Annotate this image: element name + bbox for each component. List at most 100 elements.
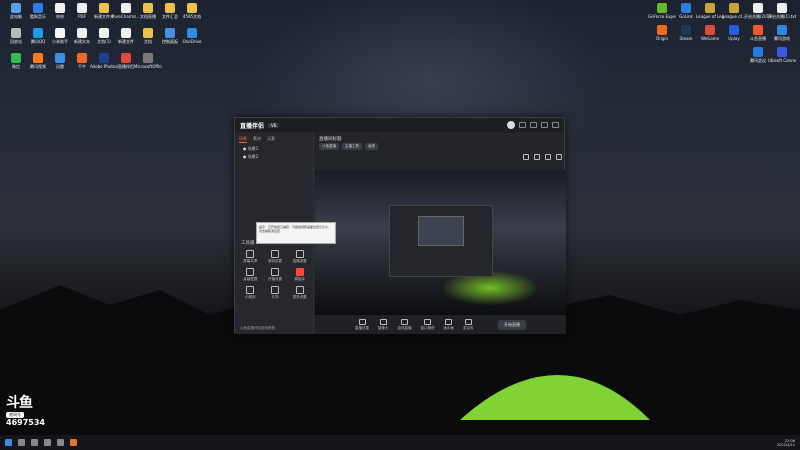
douyu-watermark: 斗鱼 房间号 4697534 <box>6 392 60 427</box>
desktop-icon[interactable]: OneDrive <box>178 28 206 44</box>
desktop-icon[interactable]: GoLink <box>672 3 700 19</box>
app-icon <box>33 3 43 13</box>
left-tabs: 场景 素材 元素 <box>235 132 313 145</box>
share-icon[interactable] <box>523 154 529 160</box>
task-view-icon[interactable] <box>31 439 38 446</box>
control-icon <box>464 318 472 325</box>
tool-label: 屏幕共享 <box>243 259 258 263</box>
desktop-icon[interactable]: 4595文档 <box>178 3 206 19</box>
close-icon[interactable] <box>552 122 559 128</box>
control-button[interactable]: 窗口捕获 <box>420 318 435 331</box>
desktop-icon-label: Origin <box>655 36 669 41</box>
control-button[interactable]: 摄像头 <box>378 318 389 331</box>
control-button[interactable]: 画中画 <box>443 318 455 331</box>
edge-icon[interactable] <box>44 439 51 446</box>
nested-preview-image <box>418 216 464 246</box>
tab-element[interactable]: 元素 <box>267 136 275 143</box>
control-button[interactable]: 麦克风 <box>463 318 474 331</box>
app-icon <box>77 53 87 63</box>
file-explorer-icon[interactable] <box>57 439 64 446</box>
toolbox-item[interactable]: 屏幕共享 <box>238 250 263 264</box>
desktop-icon[interactable]: WeGame <box>696 25 724 41</box>
desktop-icon[interactable]: Ubisoft Connect <box>768 47 796 63</box>
app-icon <box>121 28 131 38</box>
desktop-icon-label: Uplay <box>728 36 740 41</box>
scene-item-1[interactable]: ● 场景1 <box>235 145 313 153</box>
streaming-app-icon[interactable] <box>70 439 77 446</box>
toolbox-item[interactable]: 录制设置 <box>263 250 288 264</box>
app-icon <box>729 25 739 35</box>
app-icon <box>187 3 197 13</box>
help-icon[interactable] <box>545 154 551 160</box>
maximize-icon[interactable] <box>541 122 548 128</box>
control-label: 窗口捕获 <box>420 325 435 330</box>
menu-icon[interactable] <box>519 122 526 128</box>
stream-preview[interactable] <box>315 170 566 315</box>
desktop-icon-label: GoLink <box>679 14 693 19</box>
tool-icon <box>295 268 304 276</box>
tool-label: 录制设置 <box>267 259 282 263</box>
room-number: 4697534 <box>6 418 45 427</box>
settings-icon[interactable] <box>534 154 540 160</box>
tool-icon <box>246 250 255 258</box>
control-icon <box>379 318 387 325</box>
toolbox-item[interactable]: 礼物 <box>263 286 288 300</box>
toolbox-item[interactable]: 开播设置 <box>263 268 288 282</box>
desktop-icon-label: Ubisoft Connect <box>768 58 796 63</box>
toolbox-item[interactable]: 直播设置 <box>287 250 312 264</box>
avatar[interactable] <box>507 121 515 129</box>
tab-scene[interactable]: 场景 <box>239 136 247 143</box>
desktop-icon[interactable]: 开启关播(1).txt <box>768 3 796 19</box>
chip-2[interactable]: 主播工具 <box>342 143 362 150</box>
chip-1[interactable]: 斗鱼直播 <box>319 143 339 150</box>
minimize-icon[interactable] <box>530 122 537 128</box>
room-title[interactable]: 直播间标题 <box>315 132 566 143</box>
app-icon <box>729 3 739 13</box>
desktop-icon[interactable]: MicrosoftOfficePro <box>134 53 162 69</box>
desktop-icon[interactable]: Origin <box>648 25 676 41</box>
desktop-icon[interactable]: GeForce Experience <box>648 3 676 19</box>
app-icon <box>99 28 109 38</box>
tool-icon <box>270 250 279 258</box>
scene-item-2[interactable]: ● 场景2 <box>235 153 313 161</box>
desktop-icon[interactable]: Steam <box>672 25 700 41</box>
taskbar: 22:06 2022/4/11 <box>0 435 800 450</box>
app-icon <box>143 53 153 63</box>
desktop-icon[interactable]: Uplay <box>720 25 748 41</box>
control-button[interactable]: 直播设置 <box>355 318 369 331</box>
desktop-icon-label: 斗鱼直播 <box>750 36 766 41</box>
chat-icon[interactable] <box>556 154 562 160</box>
toolbox-item[interactable]: 更多设置 <box>287 286 312 300</box>
desktop-icon[interactable]: 腾讯会议 <box>744 47 772 63</box>
control-button[interactable]: 游戏直播 <box>398 318 412 331</box>
top-right-tools <box>523 154 562 160</box>
toolbox-title: 工具箱 <box>241 241 255 246</box>
tutorial-link[interactable]: 斗鱼直播伴侣使用教程 <box>240 326 275 331</box>
app-icon <box>55 53 65 63</box>
system-clock[interactable]: 22:06 2022/4/11 <box>777 439 795 447</box>
desktop-icon[interactable]: 腾讯游戏 <box>768 25 796 41</box>
tool-icon <box>270 268 279 276</box>
desktop-icon[interactable]: 斗鱼直播 <box>744 25 772 41</box>
chip-3[interactable]: 画质 <box>365 143 378 150</box>
search-icon[interactable] <box>18 439 25 446</box>
toolbox-item[interactable]: 模板库 <box>287 268 312 282</box>
start-stream-button[interactable]: 开始直播 <box>498 319 526 330</box>
desktop-icon-label: MicrosoftOfficePro <box>134 64 162 69</box>
douyu-logo: 斗鱼 <box>6 395 33 411</box>
windows-start-icon[interactable] <box>5 439 12 446</box>
app-icon <box>777 25 787 35</box>
tab-material[interactable]: 素材 <box>253 136 261 143</box>
desktop-icon-label: 腾讯游戏 <box>774 36 790 41</box>
app-icon <box>165 3 175 13</box>
app-icon <box>777 3 787 13</box>
control-label: 画中画 <box>443 325 455 330</box>
toolbox-item[interactable]: 小程序 <box>238 286 263 300</box>
version-badge: V6 <box>268 122 280 128</box>
desktop-icon[interactable]: League of... <box>720 3 748 19</box>
bottom-controls: 直播设置 摄像头 游戏直播 窗口捕获 画中画 麦克风 开始直播 <box>315 315 566 334</box>
desktop-icon[interactable]: League of Legends <box>696 3 724 19</box>
desktop-icon[interactable]: 开启关播(2019... <box>744 3 772 19</box>
toolbox-item[interactable]: 高级配置 <box>238 268 263 282</box>
desktop-icon-label: GeForce Experience <box>648 14 676 19</box>
